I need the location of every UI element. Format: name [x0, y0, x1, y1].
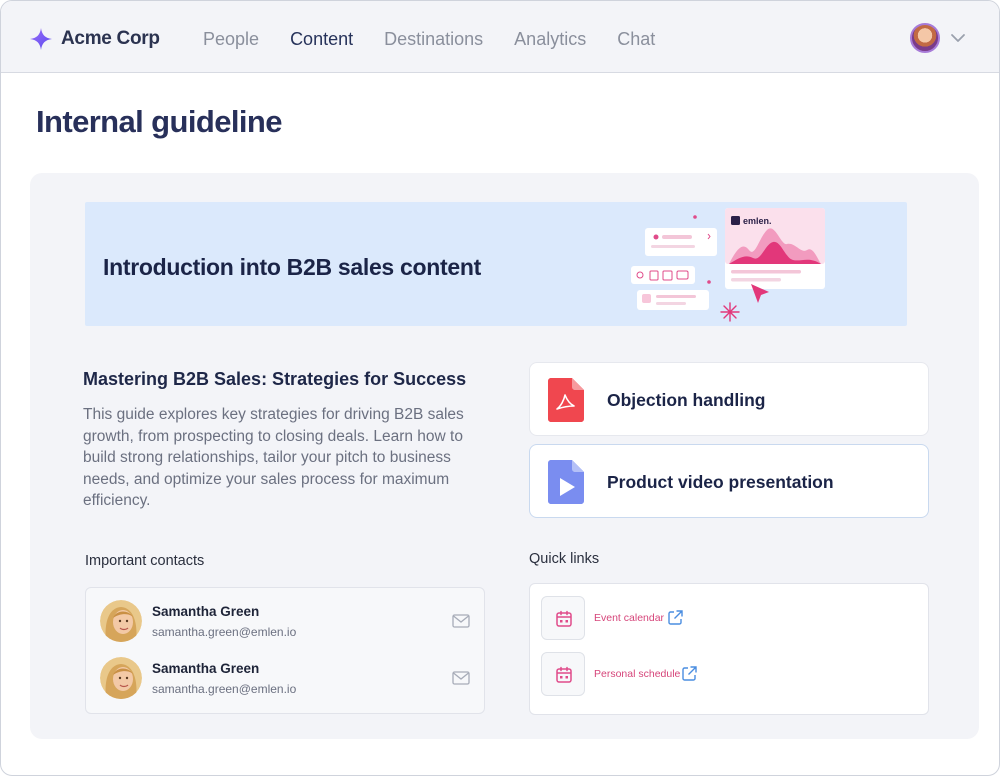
- contact-email[interactable]: samantha.green@emlen.io: [152, 682, 296, 696]
- contacts-list: Samantha Green samantha.green@emlen.io S…: [85, 587, 485, 714]
- mail-icon[interactable]: [452, 671, 470, 685]
- banner-illustration: emlen.: [631, 208, 825, 322]
- file-card-objection-handling[interactable]: Objection handling: [529, 362, 929, 436]
- nav-chat[interactable]: Chat: [617, 29, 655, 50]
- calendar-icon-box: [541, 596, 585, 640]
- mail-icon[interactable]: [452, 614, 470, 628]
- contact-name: Samantha Green: [152, 604, 260, 619]
- banner-art-brand: emlen.: [743, 216, 772, 226]
- nav-destinations[interactable]: Destinations: [384, 29, 483, 50]
- chevron-down-icon[interactable]: [949, 31, 967, 45]
- user-avatar[interactable]: [910, 23, 940, 53]
- banner-title: Introduction into B2B sales content: [103, 254, 481, 280]
- article-body: This guide explores key strategies for d…: [83, 406, 464, 509]
- calendar-icon-box: [541, 652, 585, 696]
- quick-link-event-calendar[interactable]: Event calendar: [541, 596, 841, 640]
- avatar[interactable]: [100, 600, 142, 642]
- calendar-icon: [556, 610, 572, 627]
- quick-links-heading: Quick links: [529, 551, 600, 567]
- contact-name: Samantha Green: [152, 661, 260, 676]
- external-link-icon[interactable]: [682, 666, 697, 681]
- file-card-product-video[interactable]: Product video presentation: [529, 444, 929, 518]
- video-file-icon: [548, 460, 584, 504]
- avatar[interactable]: [100, 657, 142, 699]
- article-title: Mastering B2B Sales: Strategies for Succ…: [83, 369, 467, 389]
- contact-email[interactable]: samantha.green@emlen.io: [152, 625, 296, 639]
- brand[interactable]: Acme Corp: [29, 27, 160, 51]
- page-title: Internal guideline: [36, 104, 282, 139]
- quick-link-label[interactable]: Event calendar: [594, 612, 664, 624]
- nav-content[interactable]: Content: [290, 29, 353, 50]
- sparkle-logo-icon: [30, 28, 52, 50]
- nav-people[interactable]: People: [203, 29, 259, 50]
- hero-banner: Introduction into B2B sales content emle…: [85, 202, 907, 326]
- quick-link-personal-schedule[interactable]: Personal schedule: [541, 652, 841, 696]
- app-window: Acme Corp People Content Destinations An…: [0, 0, 1000, 776]
- file-label: Objection handling: [607, 390, 766, 410]
- main-nav: People Content Destinations Analytics Ch…: [203, 29, 686, 50]
- pdf-file-icon: [548, 378, 584, 422]
- quick-link-label[interactable]: Personal schedule: [594, 668, 680, 680]
- brand-name: Acme Corp: [61, 28, 160, 49]
- quick-links-list: Event calendar Personal schedule: [529, 583, 929, 715]
- file-label: Product video presentation: [607, 472, 834, 492]
- calendar-icon: [556, 666, 572, 683]
- external-link-icon[interactable]: [668, 610, 683, 625]
- contact-item: Samantha Green samantha.green@emlen.io: [100, 657, 472, 703]
- contacts-heading: Important contacts: [85, 553, 205, 569]
- nav-analytics[interactable]: Analytics: [514, 29, 586, 50]
- content-panel: Introduction into B2B sales content emle…: [30, 173, 979, 739]
- contact-item: Samantha Green samantha.green@emlen.io: [100, 600, 472, 646]
- top-navigation-bar: Acme Corp People Content Destinations An…: [1, 1, 999, 73]
